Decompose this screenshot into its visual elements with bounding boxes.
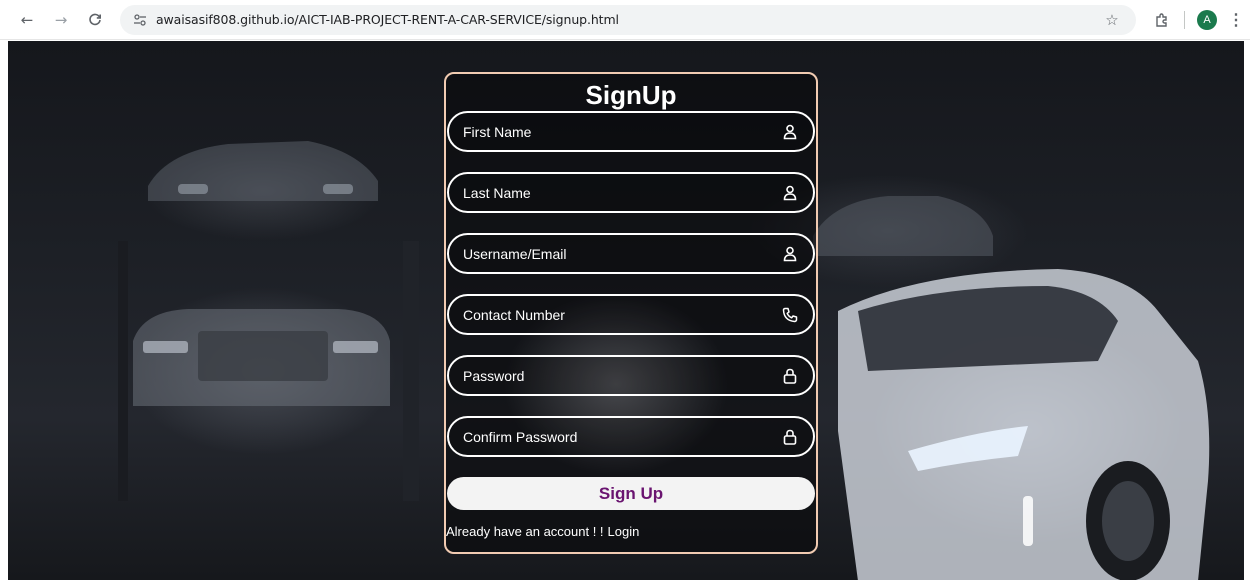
phone-icon xyxy=(781,306,799,324)
background-car-right xyxy=(838,269,1210,580)
background-car-top-right xyxy=(813,196,993,256)
background-lift-post-left xyxy=(118,241,128,501)
reload-icon[interactable] xyxy=(82,7,108,33)
extensions-puzzle-icon[interactable] xyxy=(1150,8,1174,32)
login-prompt-row: Already have an account ! ! Login xyxy=(446,524,639,539)
username-email-input[interactable] xyxy=(449,235,781,272)
password-field-wrapper xyxy=(447,355,815,396)
login-link[interactable]: Login xyxy=(608,524,640,539)
url-text[interactable]: awaisasif808.github.io/AICT-IAB-PROJECT-… xyxy=(156,12,619,27)
bookmark-star-icon[interactable]: ☆ xyxy=(1102,10,1122,30)
user-icon xyxy=(781,184,799,202)
last-name-field-wrapper xyxy=(447,172,815,213)
first-name-input[interactable] xyxy=(449,113,781,150)
page-title: SignUp xyxy=(585,80,677,110)
browser-toolbar: ← → awaisasif808.github.io/AICT-IAB-PROJ… xyxy=(0,0,1250,40)
back-arrow-icon[interactable]: ← xyxy=(14,7,40,33)
background-car-top-left xyxy=(148,141,378,201)
toolbar-divider xyxy=(1184,10,1185,29)
site-info-icon[interactable] xyxy=(130,10,150,30)
user-icon xyxy=(781,123,799,141)
contact-number-input[interactable] xyxy=(449,296,781,333)
last-name-input[interactable] xyxy=(449,174,781,211)
background-car-left xyxy=(133,309,390,406)
profile-avatar[interactable]: A xyxy=(1197,9,1217,30)
confirm-password-input[interactable] xyxy=(449,418,781,455)
contact-number-field-wrapper xyxy=(447,294,815,335)
menu-kebab-icon[interactable]: ⋮ xyxy=(1228,8,1244,32)
user-icon xyxy=(781,245,799,263)
forward-arrow-icon[interactable]: → xyxy=(48,7,74,33)
confirm-password-field-wrapper xyxy=(447,416,815,457)
signup-button[interactable]: Sign Up xyxy=(447,477,815,510)
address-bar[interactable]: awaisasif808.github.io/AICT-IAB-PROJECT-… xyxy=(120,4,1136,35)
background-lift-post xyxy=(403,241,419,501)
username-email-field-wrapper xyxy=(447,233,815,274)
lock-icon xyxy=(781,428,799,446)
lock-icon xyxy=(781,367,799,385)
password-input[interactable] xyxy=(449,357,781,394)
login-prompt-text: Already have an account ! ! xyxy=(446,524,604,539)
signup-card: SignUp First Name Last Name Username/Ema… xyxy=(444,72,818,554)
first-name-field-wrapper xyxy=(447,111,815,152)
page-background: SignUp First Name Last Name Username/Ema… xyxy=(8,41,1244,580)
